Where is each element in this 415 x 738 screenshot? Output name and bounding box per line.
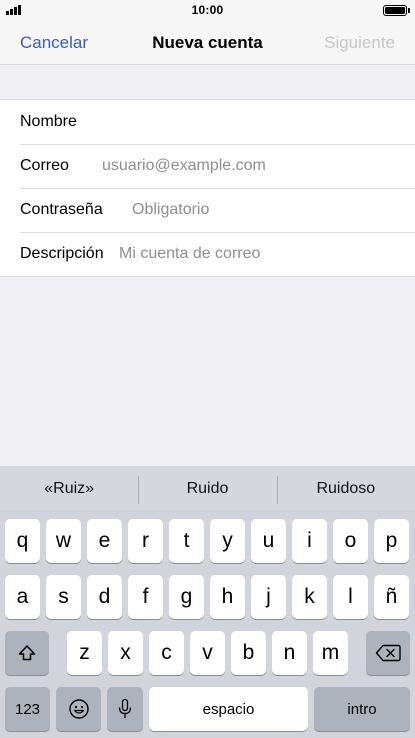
key-o[interactable]: o bbox=[333, 519, 368, 563]
emoji-icon bbox=[68, 699, 89, 719]
name-row[interactable]: Nombre bbox=[0, 100, 415, 144]
password-row[interactable]: Contraseña bbox=[0, 188, 415, 232]
microphone-icon bbox=[118, 698, 132, 718]
key-d[interactable]: d bbox=[87, 575, 122, 619]
email-field[interactable] bbox=[102, 151, 415, 181]
key-u[interactable]: u bbox=[251, 519, 286, 563]
key-n-tilde[interactable]: ñ bbox=[374, 575, 409, 619]
account-form: Nombre Correo Contraseña Descripción bbox=[0, 99, 415, 277]
shift-icon bbox=[18, 645, 36, 661]
status-bar: 10:00 bbox=[0, 0, 415, 20]
emoji-key[interactable] bbox=[56, 687, 101, 731]
key-a[interactable]: a bbox=[5, 575, 40, 619]
password-field[interactable] bbox=[132, 195, 415, 225]
delete-key[interactable] bbox=[366, 631, 410, 675]
key-e[interactable]: e bbox=[87, 519, 122, 563]
nav-bar: Cancelar Nueva cuenta Siguiente bbox=[0, 20, 415, 65]
battery-icon bbox=[383, 5, 407, 16]
key-w[interactable]: w bbox=[46, 519, 81, 563]
description-field[interactable] bbox=[119, 239, 415, 269]
status-time: 10:00 bbox=[191, 3, 224, 17]
key-s[interactable]: s bbox=[46, 575, 81, 619]
key-l[interactable]: l bbox=[333, 575, 368, 619]
key-x[interactable]: x bbox=[108, 631, 143, 675]
space-key[interactable]: espacio bbox=[149, 687, 308, 731]
suggestion-item[interactable]: Ruidoso bbox=[276, 475, 415, 504]
delete-icon bbox=[375, 644, 401, 662]
email-row[interactable]: Correo bbox=[0, 144, 415, 188]
key-p[interactable]: p bbox=[374, 519, 409, 563]
next-button[interactable]: Siguiente bbox=[324, 33, 395, 53]
description-row[interactable]: Descripción bbox=[0, 232, 415, 276]
suggestion-bar: «Ruiz» Ruido Ruidoso bbox=[0, 466, 415, 511]
key-y[interactable]: y bbox=[210, 519, 245, 563]
key-c[interactable]: c bbox=[149, 631, 184, 675]
key-i[interactable]: i bbox=[292, 519, 327, 563]
key-z[interactable]: z bbox=[67, 631, 102, 675]
email-label: Correo bbox=[20, 157, 69, 174]
key-g[interactable]: g bbox=[169, 575, 204, 619]
key-k[interactable]: k bbox=[292, 575, 327, 619]
keyboard: «Ruiz» Ruido Ruidoso q w e r t y u i o p… bbox=[0, 466, 415, 738]
key-h[interactable]: h bbox=[210, 575, 245, 619]
key-m[interactable]: m bbox=[313, 631, 348, 675]
battery-tip bbox=[408, 8, 410, 13]
suggestion-item[interactable]: Ruido bbox=[138, 475, 276, 504]
key-f[interactable]: f bbox=[128, 575, 163, 619]
key-n[interactable]: n bbox=[272, 631, 307, 675]
return-key[interactable]: intro bbox=[314, 687, 410, 731]
key-q[interactable]: q bbox=[5, 519, 40, 563]
key-r[interactable]: r bbox=[128, 519, 163, 563]
numbers-key[interactable]: 123 bbox=[5, 687, 50, 731]
key-j[interactable]: j bbox=[251, 575, 286, 619]
shift-key[interactable] bbox=[5, 631, 49, 675]
name-label: Nombre bbox=[20, 113, 77, 130]
description-label: Descripción bbox=[20, 245, 104, 262]
key-v[interactable]: v bbox=[190, 631, 225, 675]
key-t[interactable]: t bbox=[169, 519, 204, 563]
password-label: Contraseña bbox=[20, 201, 103, 218]
suggestion-item[interactable]: «Ruiz» bbox=[0, 480, 138, 498]
name-field[interactable] bbox=[117, 107, 415, 137]
key-b[interactable]: b bbox=[231, 631, 266, 675]
dictation-key[interactable] bbox=[107, 687, 143, 731]
